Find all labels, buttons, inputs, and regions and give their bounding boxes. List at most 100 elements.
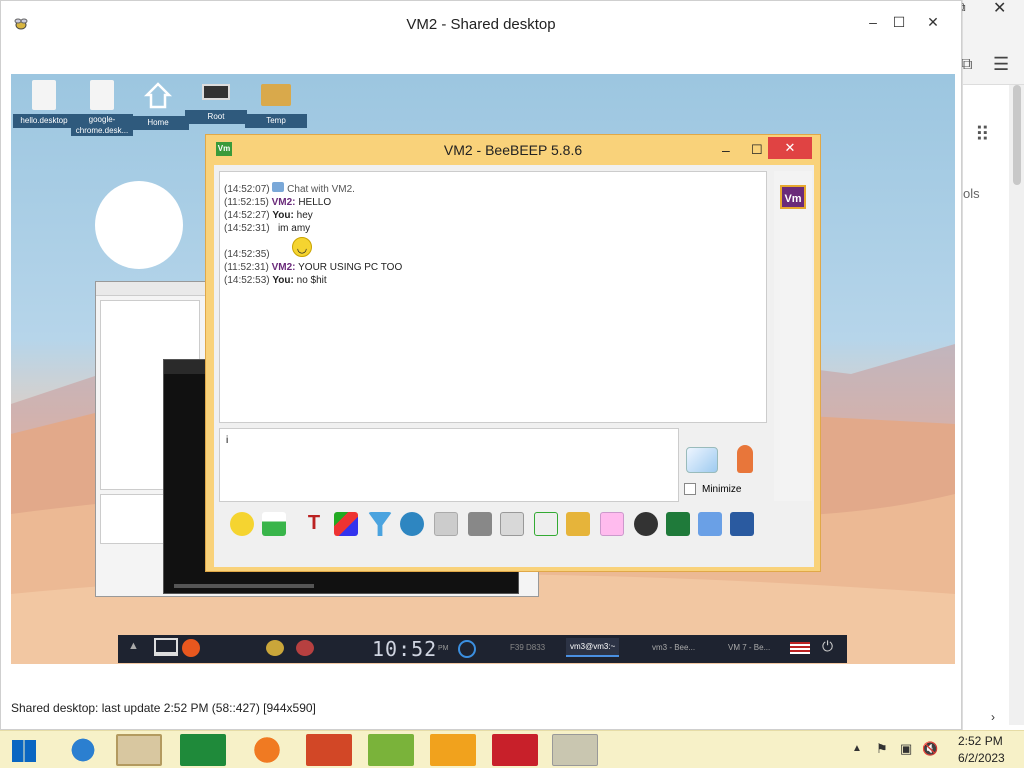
file-icon xyxy=(32,80,56,110)
ie-icon[interactable] xyxy=(60,734,106,766)
vm-task-1[interactable]: vm3@vm3:~ xyxy=(566,638,620,657)
tray-time[interactable]: 2:52 PM xyxy=(958,734,1003,748)
apps-grid-icon[interactable]: ⠿ xyxy=(975,122,990,147)
vm-task-3[interactable]: VM 7 - Be... xyxy=(728,643,770,652)
chat-line: (14:52:31) im amy xyxy=(224,223,311,234)
dropdown-green-icon[interactable] xyxy=(262,512,286,536)
status-bar-text: Shared desktop: last update 2:52 PM (58:… xyxy=(11,701,316,715)
window-titlebar[interactable]: VM2 - Shared desktop – ☐ ✕ xyxy=(1,1,961,45)
message-input[interactable]: i xyxy=(219,428,679,502)
chat-line: (14:52:27) You: hey xyxy=(224,210,313,221)
shared-desktop-window: VM2 - Shared desktop – ☐ ✕ hello.desktop… xyxy=(0,0,962,730)
music-note-icon[interactable] xyxy=(500,512,524,536)
smiley-emoji-icon: ◡ xyxy=(292,237,312,257)
laptop-icon[interactable] xyxy=(154,638,178,656)
copy-icon[interactable]: ⧉ xyxy=(961,56,972,74)
windows-start-icon[interactable] xyxy=(12,740,36,762)
tray-up-icon[interactable]: ▲ xyxy=(852,743,862,754)
folder-clock-icon xyxy=(261,84,291,106)
file-icon xyxy=(90,80,114,110)
powerpoint-icon[interactable] xyxy=(306,734,352,766)
computer-icon xyxy=(202,84,230,100)
vm-taskbar: ▲ 10:52 PM F39 D833 vm3@vm3:~ vm3 - Bee.… xyxy=(118,635,847,663)
notes-icon[interactable] xyxy=(698,512,722,536)
beebeep-task-icon[interactable] xyxy=(552,734,598,766)
chat-line: (14:52:35) ◡ xyxy=(224,235,762,261)
vm-clock-ampm: PM xyxy=(438,645,449,652)
tray-date[interactable]: 6/2/2023 xyxy=(958,751,1005,765)
window-title: VM2 - Shared desktop xyxy=(406,16,556,33)
taskbar-up-icon[interactable]: ▲ xyxy=(128,640,139,652)
firefox-icon[interactable] xyxy=(182,639,200,657)
network-icon[interactable]: ▣ xyxy=(900,741,912,757)
vm-clock: 10:52 xyxy=(372,637,438,661)
vm-badge-icon: Vm xyxy=(216,142,232,156)
beebeep-minimize-button[interactable]: – xyxy=(722,135,730,165)
font-icon[interactable]: T xyxy=(302,512,326,536)
user-vm-badge[interactable]: Vm xyxy=(780,185,806,209)
screenshot-icon[interactable] xyxy=(666,512,690,536)
scroll-right-icon[interactable]: › xyxy=(991,710,995,724)
emoji-icon[interactable] xyxy=(230,512,254,536)
minimize-checkbox[interactable] xyxy=(684,483,696,495)
chat-line: (11:52:31) VM2: YOUR USING PC TOO xyxy=(224,262,403,273)
windows-taskbar: ▲ ⚑ ▣ 🔇 2:52 PM 6/2/2023 xyxy=(0,730,1024,768)
firefox-icon[interactable] xyxy=(244,734,290,766)
chat-history: (14:52:07) Chat with VM2. (11:52:15) VM2… xyxy=(219,171,767,423)
vm-task-0[interactable]: F39 D833 xyxy=(510,643,545,652)
file-explorer-icon[interactable] xyxy=(116,734,162,766)
beebeep-title: VM2 - BeeBEEP 5.8.6 xyxy=(443,142,583,158)
beebeep-client: (14:52:07) Chat with VM2. (11:52:15) VM2… xyxy=(214,165,814,567)
store-icon[interactable] xyxy=(180,734,226,766)
settings-icon[interactable] xyxy=(400,512,424,536)
strip-text: ols xyxy=(963,186,980,201)
desktop-icon-hello[interactable]: hello.desktop xyxy=(13,80,75,128)
home-icon xyxy=(143,82,173,109)
folder-send-icon[interactable] xyxy=(566,512,590,536)
menu-icon[interactable]: ☰ xyxy=(993,54,1009,75)
flag-icon[interactable] xyxy=(790,642,810,654)
chat-bubble-icon xyxy=(272,182,285,192)
text-size-icon[interactable] xyxy=(468,512,492,536)
circle-icon[interactable] xyxy=(458,640,476,658)
send-icon[interactable] xyxy=(686,447,718,473)
bee-icon xyxy=(14,18,28,30)
file-export-icon[interactable] xyxy=(534,512,558,536)
user-list-panel: Vm xyxy=(774,171,812,501)
publisher-icon[interactable] xyxy=(368,734,414,766)
close-button[interactable]: ✕ xyxy=(919,13,947,31)
chat-line: (14:52:07) Chat with VM2. xyxy=(224,182,355,195)
filter-icon[interactable] xyxy=(368,512,392,536)
sun-shape xyxy=(95,181,183,269)
camera-icon[interactable] xyxy=(634,512,658,536)
browser-scrollbar[interactable] xyxy=(1009,85,1024,725)
top-close-icon[interactable]: ✕ xyxy=(993,0,1006,18)
power-icon[interactable]: ⏻ xyxy=(822,638,833,655)
bee-red-icon[interactable] xyxy=(296,640,314,656)
chat-toolbar: T xyxy=(214,510,814,540)
flag-icon[interactable]: ⚑ xyxy=(876,741,888,757)
beebeep-close-button[interactable]: ✕ xyxy=(768,137,812,159)
vm-task-2[interactable]: vm3 - Bee... xyxy=(652,643,695,652)
chat-line: (14:52:53) You: no $hit xyxy=(224,275,327,286)
volume-muted-icon[interactable]: 🔇 xyxy=(922,741,938,757)
desktop-icon-root[interactable]: Root xyxy=(185,80,247,124)
desktop-icon-home[interactable]: Home xyxy=(127,80,189,130)
minimize-label: Minimize xyxy=(702,484,742,495)
beebeep-titlebar[interactable]: Vm VM2 - BeeBEEP 5.8.6 – ☐ ✕ xyxy=(206,135,820,163)
minimize-button[interactable]: – xyxy=(859,13,887,31)
desktop-icon-chrome[interactable]: google-chrome.desk... xyxy=(71,80,133,136)
microphone-icon[interactable] xyxy=(737,445,753,473)
code-icon[interactable] xyxy=(600,512,624,536)
beebeep-window[interactable]: Vm VM2 - BeeBEEP 5.8.6 – ☐ ✕ (14:52:07) … xyxy=(205,134,821,572)
browser-strip: ⧉ ☰ ⠿ ols › ⧉ ✕ xyxy=(957,0,1024,730)
desktop-icon-temp[interactable]: Temp xyxy=(245,80,307,128)
sway-icon[interactable] xyxy=(430,734,476,766)
save-icon[interactable] xyxy=(730,512,754,536)
spellcheck-icon[interactable] xyxy=(434,512,458,536)
typing-icon[interactable] xyxy=(492,734,538,766)
color-pen-icon[interactable] xyxy=(334,512,358,536)
bee-icon[interactable] xyxy=(266,640,284,656)
beebeep-maximize-button[interactable]: ☐ xyxy=(751,135,763,165)
maximize-button[interactable]: ☐ xyxy=(885,13,913,31)
